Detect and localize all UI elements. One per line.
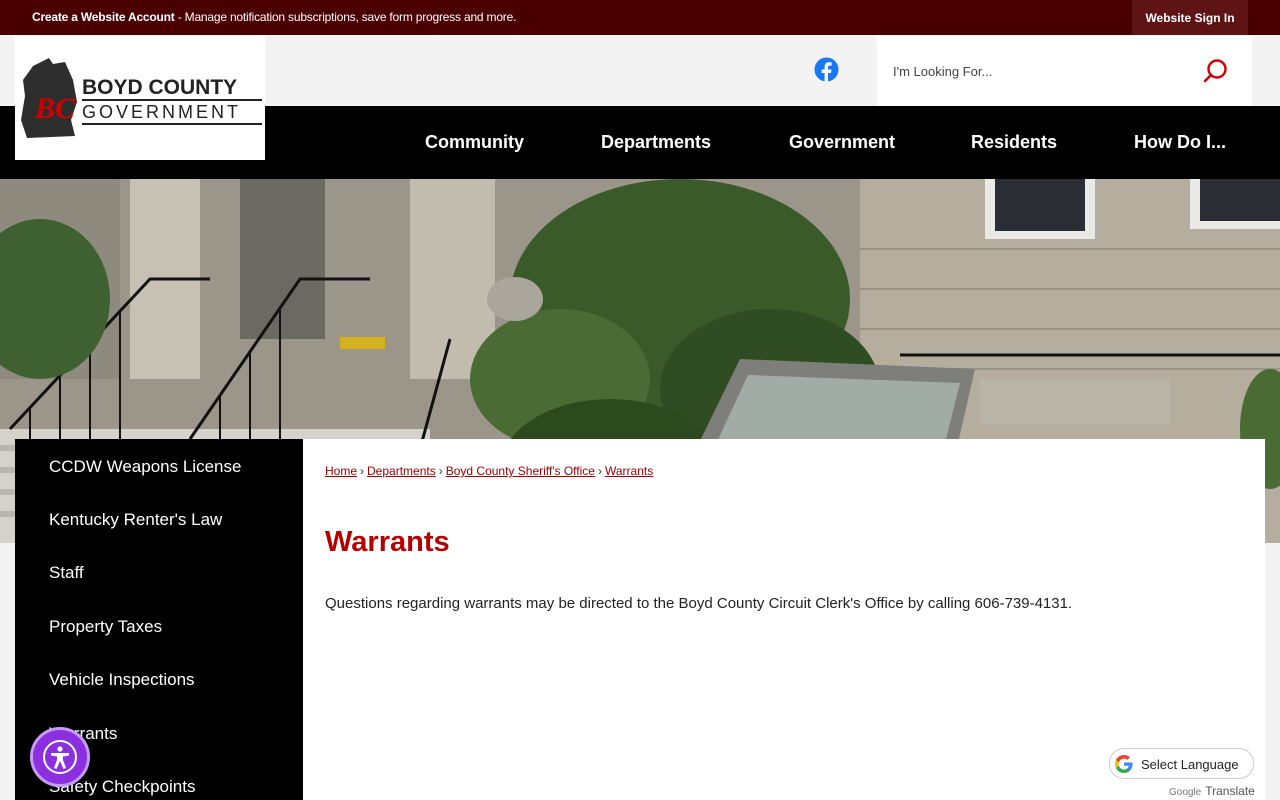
create-account-link[interactable]: Create a Website Account bbox=[32, 10, 175, 24]
nav-item-community[interactable]: Community bbox=[425, 106, 524, 179]
translate-text: Translate bbox=[1205, 784, 1255, 798]
sidebar-item-property-taxes[interactable]: Property Taxes bbox=[49, 617, 162, 637]
facebook-icon[interactable] bbox=[814, 57, 839, 82]
accessibility-icon bbox=[43, 740, 77, 774]
site-logo[interactable]: BC BOYD COUNTY GOVERNMENT bbox=[15, 36, 265, 160]
nav-item-departments[interactable]: Departments bbox=[601, 106, 711, 179]
logo-line1: BOYD COUNTY bbox=[82, 76, 237, 99]
logo-line2: GOVERNMENT bbox=[82, 102, 241, 122]
account-message-text: - Manage notification subscriptions, sav… bbox=[174, 10, 517, 24]
page-text: Questions regarding warrants may be dire… bbox=[325, 595, 1073, 612]
search-input[interactable] bbox=[893, 60, 1193, 82]
select-language-dropdown[interactable]: Select Language bbox=[1109, 748, 1254, 779]
search-box bbox=[877, 36, 1252, 106]
nav-item-government[interactable]: Government bbox=[789, 106, 895, 179]
powered-by-google-translate[interactable]: Google Translate bbox=[1169, 784, 1255, 798]
nav-item-how-do-i[interactable]: How Do I... bbox=[1134, 106, 1226, 179]
select-language-label: Select Language bbox=[1141, 757, 1239, 772]
top-bar: Create a Website Account - Manage notifi… bbox=[0, 0, 1280, 35]
logo-mark: BC bbox=[34, 92, 76, 125]
main-content: Home › Departments › Boyd County Sheriff's O… bbox=[303, 439, 1265, 800]
sidebar-item-kentucky-renters-law[interactable]: Kentucky Renter's Law bbox=[49, 510, 222, 530]
breadcrumb-departments[interactable]: Departments bbox=[367, 464, 436, 478]
google-g-icon bbox=[1115, 755, 1133, 773]
breadcrumb-home[interactable]: Home bbox=[325, 464, 357, 478]
page-title: Warrants bbox=[325, 526, 450, 558]
breadcrumb-warrants[interactable]: Warrants bbox=[605, 464, 653, 478]
boyd-county-logo-icon: BC BOYD COUNTY GOVERNMENT bbox=[21, 58, 262, 138]
account-message[interactable]: Create a Website Account - Manage notifi… bbox=[32, 10, 516, 24]
website-sign-in-button[interactable]: Website Sign In bbox=[1132, 0, 1248, 35]
breadcrumb: Home › Departments › Boyd County Sheriff's O… bbox=[325, 464, 654, 478]
accessibility-button[interactable] bbox=[30, 727, 90, 787]
sidebar-item-vehicle-inspections[interactable]: Vehicle Inspections bbox=[49, 670, 195, 690]
search-icon[interactable] bbox=[1203, 58, 1229, 84]
google-wordmark: Google bbox=[1169, 787, 1202, 798]
breadcrumb-sheriffs-office[interactable]: Boyd County Sheriff's Office bbox=[446, 464, 595, 478]
sidebar-item-ccdw-weapons-license[interactable]: CCDW Weapons License bbox=[49, 457, 241, 477]
sidebar-item-staff[interactable]: Staff bbox=[49, 563, 84, 583]
nav-item-residents[interactable]: Residents bbox=[971, 106, 1057, 179]
